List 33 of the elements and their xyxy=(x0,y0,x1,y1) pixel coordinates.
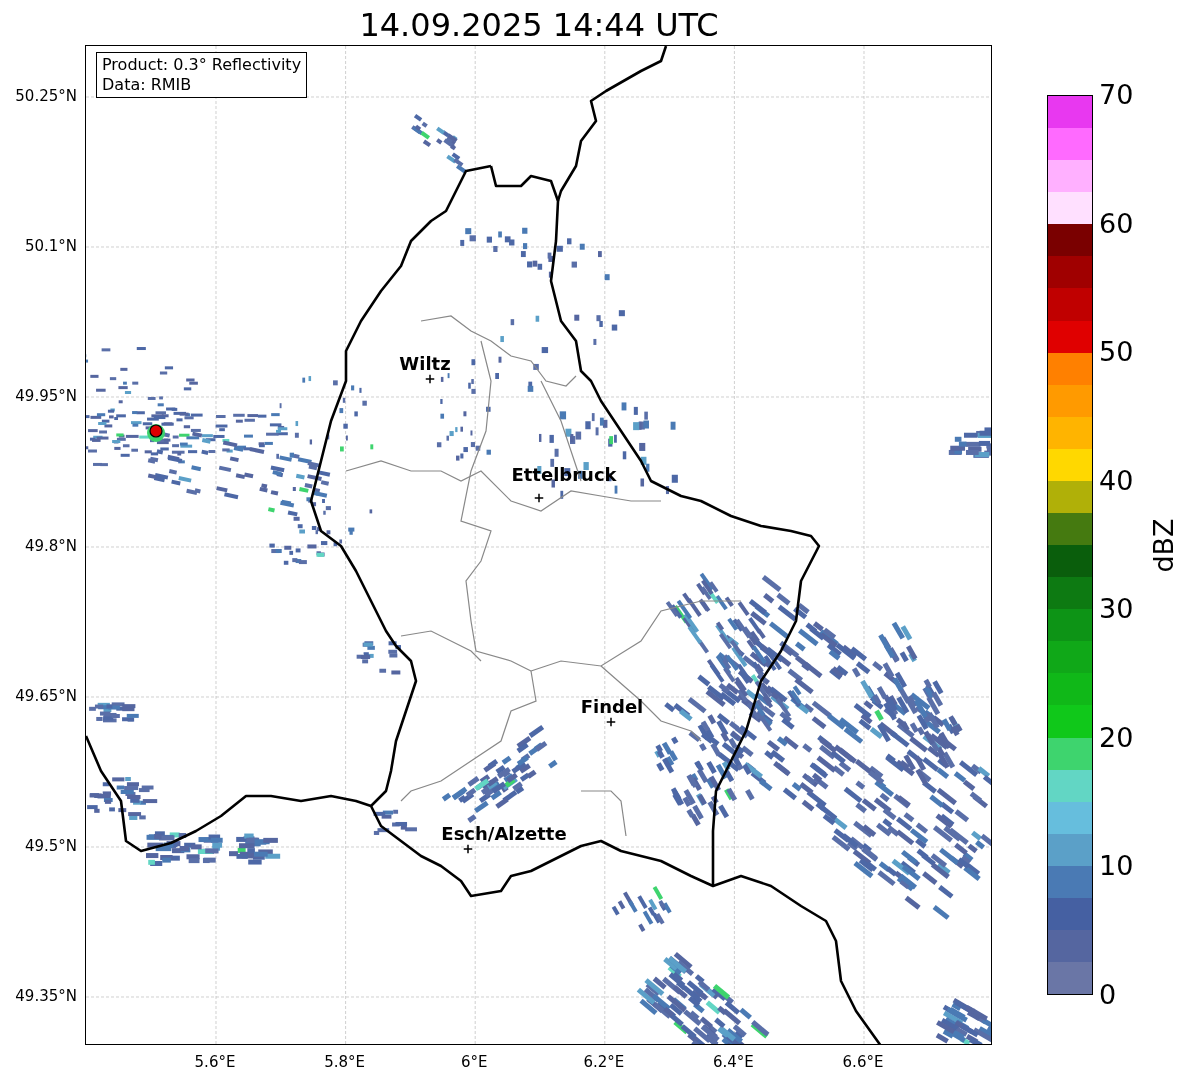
city-marker-icon xyxy=(606,717,616,727)
colorbar-tick-label: 70 xyxy=(1099,80,1134,110)
latitude-label: 50.1°N xyxy=(24,237,77,255)
latitude-label: 49.95°N xyxy=(15,387,77,405)
longitude-label: 5.8°E xyxy=(324,1053,365,1071)
colorbar-tick-label: 10 xyxy=(1099,851,1134,882)
chart-title: 14.09.2025 14:44 UTC xyxy=(358,5,720,45)
longitude-label: 6.2°E xyxy=(583,1053,625,1071)
radar-site-icon xyxy=(147,424,165,442)
latitude-label: 49.65°N xyxy=(15,687,77,705)
city-label: Wiltz xyxy=(399,352,451,374)
city-marker-icon xyxy=(425,374,435,384)
longitude-label: 5.6°E xyxy=(194,1053,236,1071)
info-text: Data: RMIB xyxy=(102,75,193,95)
latitude-label: 49.35°N xyxy=(15,987,77,1005)
colorbar-tick-label: 50 xyxy=(1099,337,1134,368)
city-marker-icon xyxy=(463,844,473,854)
colorbar-tick-label: 60 xyxy=(1099,208,1134,239)
city-label: Esch/Alzette xyxy=(441,822,567,844)
longitude-label: 6°E xyxy=(460,1053,488,1071)
colorbar-tick-label: 0 xyxy=(1099,980,1117,1010)
latitude-label: 49.8°N xyxy=(24,537,77,555)
latitude-label: 49.5°N xyxy=(24,837,77,855)
colorbar-tick-label: 20 xyxy=(1099,722,1134,753)
colorbar-label: dBZ xyxy=(1147,517,1179,573)
colorbar-tick-label: 40 xyxy=(1099,465,1134,496)
info-text: Product: 0.3° Reflectivity xyxy=(102,55,302,75)
longitude-label: 6.6°E xyxy=(842,1053,884,1071)
city-marker-icon xyxy=(534,493,544,503)
latitude-label: 50.25°N xyxy=(15,87,77,105)
longitude-label: 6.4°E xyxy=(712,1053,754,1071)
city-label: Findel xyxy=(580,695,644,717)
colorbar-tick-label: 30 xyxy=(1099,594,1134,625)
